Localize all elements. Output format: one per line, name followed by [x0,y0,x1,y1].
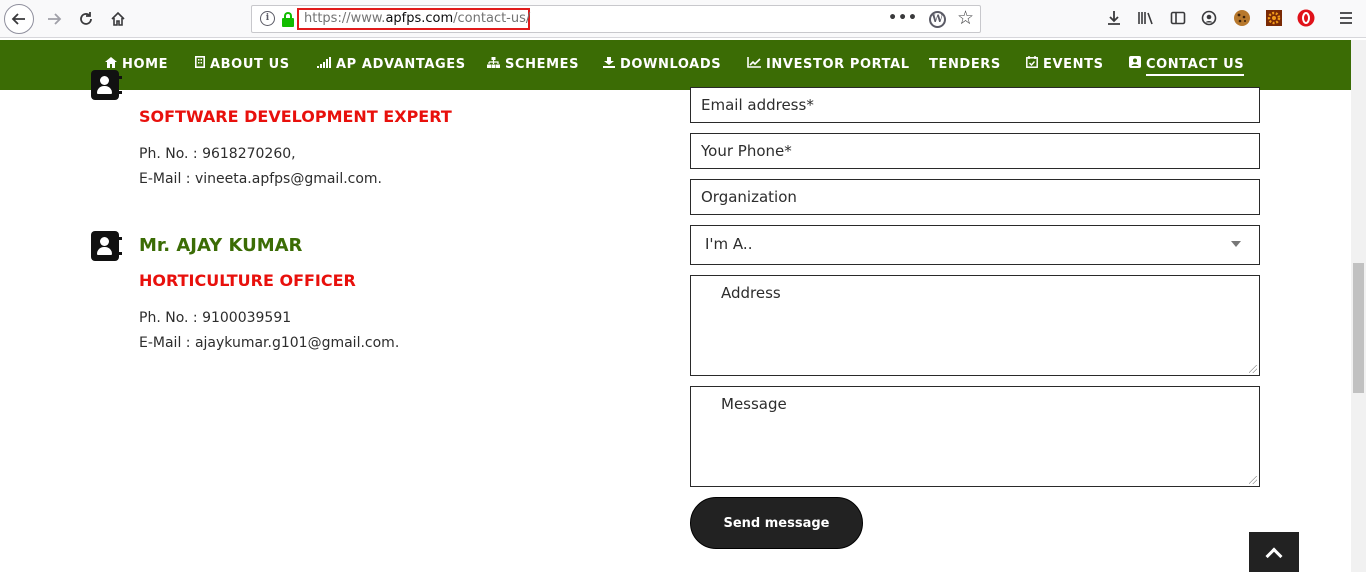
home-button[interactable] [104,5,132,33]
info-icon[interactable]: i [260,11,275,26]
address-field[interactable] [690,275,1260,376]
wordpress-icon[interactable]: W [929,11,946,28]
url-text[interactable]: https://www.apfps.com/contact-us/ [297,8,530,30]
arrow-right-icon [48,13,62,25]
calendar-check-icon [1026,56,1038,68]
reload-icon [80,12,92,25]
nav-label: TENDERS [929,57,1001,72]
nav-label: SCHEMES [505,57,580,72]
downloads-icon[interactable] [1104,8,1124,28]
extension-gear-icon[interactable] [1264,8,1284,28]
adblock-extension-icon[interactable] [1296,8,1316,28]
message-field[interactable] [690,386,1260,487]
address-bar[interactable]: i https://www.apfps.com/contact-us/ ••• … [251,5,981,33]
resize-handle-icon[interactable] [1249,476,1257,484]
nav-label: AP ADVANTAGES [336,57,466,72]
nav-schemes[interactable]: SCHEMES [487,40,579,90]
contact-email: E-Mail : vineeta.apfps@gmail.com. [139,171,383,187]
nav-about-us[interactable]: ABOUT US [195,40,290,90]
forward-button[interactable] [40,5,68,33]
email-field[interactable] [690,87,1260,123]
sidebar-icon[interactable] [1168,8,1188,28]
contact-card-icon [1129,56,1141,68]
phone-input[interactable] [691,134,1259,168]
back-button[interactable] [4,4,34,34]
dropdown-arrow-icon [1231,241,1241,247]
message-textarea[interactable] [691,387,1259,486]
sitemap-icon [487,57,500,68]
download-icon [603,57,615,68]
cookie-extension-icon[interactable] [1232,8,1252,28]
lock-icon[interactable] [282,12,294,27]
nav-events[interactable]: EVENTS [1026,40,1104,90]
nav-investor-portal[interactable]: INVESTOR PORTAL [747,40,910,90]
contact-name: Mr. AJAY KUMAR [139,235,303,256]
scroll-to-top-button[interactable] [1249,532,1299,572]
send-message-button[interactable]: Send message [690,497,863,549]
page-scrollbar[interactable] [1351,40,1366,572]
signal-bars-icon [317,57,331,68]
contact-phone: Ph. No. : 9100039591 [139,310,292,326]
nav-ap-advantages[interactable]: AP ADVANTAGES [317,40,466,90]
contact-card-icon [91,70,122,100]
nav-label: CONTACT US [1146,57,1245,76]
home-icon [111,11,125,26]
contact-phone: Ph. No. : 9618270260, [139,146,296,162]
building-icon [195,56,205,68]
nav-label: INVESTOR PORTAL [766,57,910,72]
role-select[interactable]: I'm A.. [690,225,1260,265]
bookmark-star-icon[interactable]: ☆ [957,7,974,29]
organization-field[interactable] [690,179,1260,215]
account-icon[interactable] [1199,8,1219,28]
contact-role: SOFTWARE DEVELOPMENT EXPERT [139,107,452,126]
home-icon [105,57,117,68]
url-host: apfps.com [385,11,454,26]
nav-label: DOWNLOADS [620,57,722,72]
phone-field[interactable] [690,133,1260,169]
address-textarea[interactable] [691,276,1259,375]
line-chart-icon [747,57,761,68]
nav-label: EVENTS [1043,57,1104,72]
arrow-left-icon [11,13,25,25]
main-navigation: HOME ABOUT US AP ADVANTAGES SCHEMES DOWN… [0,40,1351,90]
contact-email: E-Mail : ajaykumar.g101@gmail.com. [139,335,400,351]
browser-toolbar: i https://www.apfps.com/contact-us/ ••• … [0,0,1366,38]
resize-handle-icon[interactable] [1249,365,1257,373]
chevron-up-icon [1265,547,1283,565]
nav-label: ABOUT US [210,57,290,72]
reload-button[interactable] [72,5,100,33]
nav-contact-us[interactable]: CONTACT US [1129,40,1245,90]
nav-tenders[interactable]: TENDERS [929,40,1001,90]
contact-card-icon [91,231,122,261]
scrollbar-thumb[interactable] [1353,263,1364,393]
email-input[interactable] [691,88,1259,122]
nav-downloads[interactable]: DOWNLOADS [603,40,721,90]
page-actions-menu-icon[interactable]: ••• [888,10,918,26]
url-prefix: https://www. [304,11,386,26]
organization-input[interactable] [691,180,1259,214]
hamburger-menu-icon[interactable] [1336,8,1356,28]
url-path: /contact-us/ [453,11,531,26]
library-icon[interactable] [1136,8,1156,28]
role-select-value: I'm A.. [705,235,753,253]
nav-label: HOME [122,57,169,72]
contact-role: HORTICULTURE OFFICER [139,271,356,290]
